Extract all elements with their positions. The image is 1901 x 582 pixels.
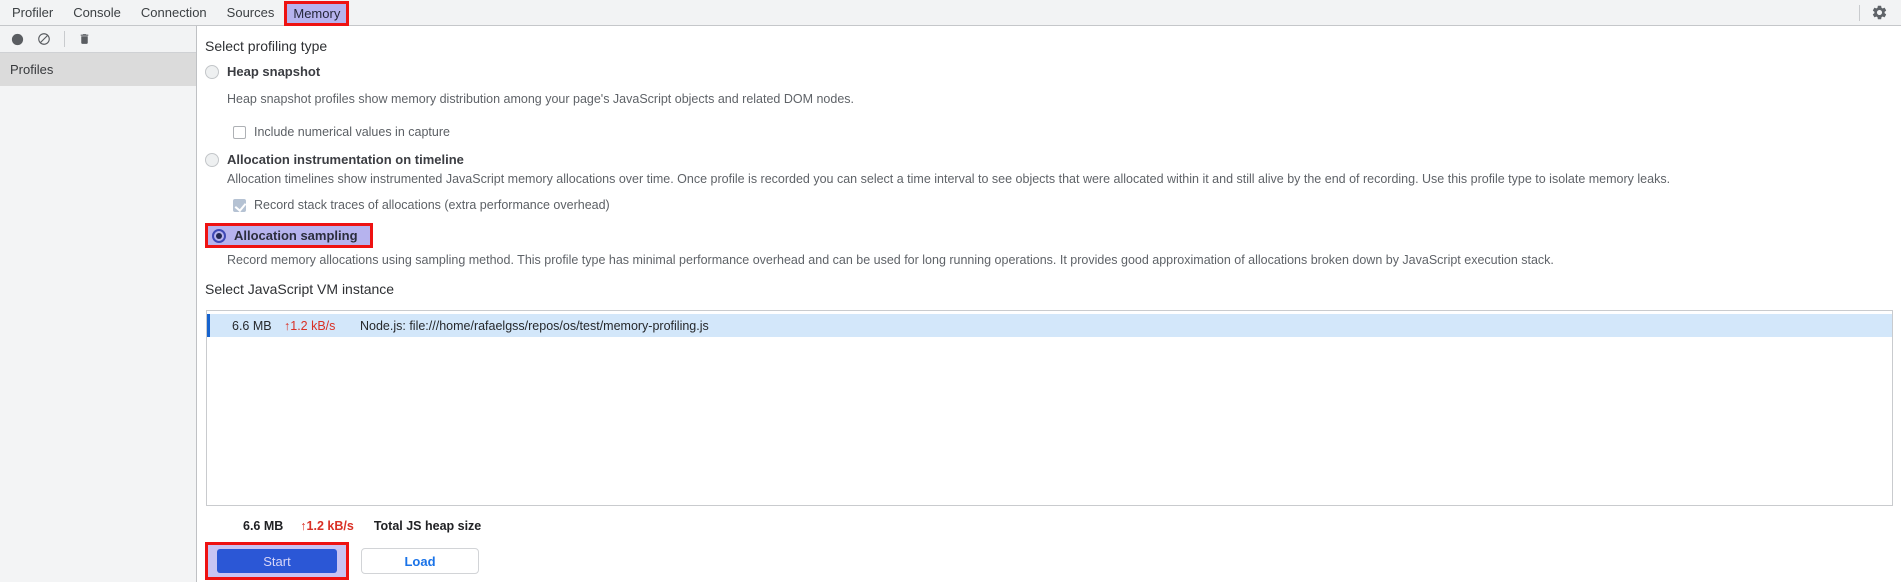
radio-icon[interactable]	[205, 64, 219, 79]
total-allocation-rate: ↑1.2 kB/s	[300, 519, 354, 533]
option-description: Allocation timelines show instrumented J…	[227, 172, 1671, 186]
memory-main-view: Select profiling type Heap snapshot Heap…	[197, 26, 1901, 582]
record-icon[interactable]	[11, 33, 24, 46]
tabbar-right-controls	[1859, 0, 1901, 25]
start-button[interactable]: Start	[217, 549, 337, 573]
toolbar-divider	[64, 31, 65, 47]
radio-icon[interactable]	[205, 152, 219, 167]
vm-instance-row[interactable]: 6.6 MB ↑1.2 kB/s Node.js: file:///home/r…	[207, 314, 1892, 337]
action-buttons-row: Start Load	[205, 542, 1901, 580]
checkbox-icon[interactable]	[233, 126, 246, 139]
tab-memory[interactable]: Memory	[284, 1, 350, 26]
option-label: Heap snapshot	[227, 64, 321, 79]
option-description: Heap snapshot profiles show memory distr…	[227, 92, 855, 106]
top-tab-bar: Profiler Console Connection Sources Memo…	[0, 0, 1901, 26]
tab-sources[interactable]: Sources	[217, 0, 285, 25]
vm-allocation-rate: ↑1.2 kB/s	[284, 318, 336, 333]
annotation-box-start-button: Start	[205, 542, 349, 580]
toolbar-divider	[1859, 4, 1860, 21]
devtools-memory-panel: Profiler Console Connection Sources Memo…	[0, 0, 1901, 582]
vm-heap-size: 6.6 MB	[232, 318, 272, 333]
tab-profiler[interactable]: Profiler	[2, 0, 63, 25]
checkbox-label: Record stack traces of allocations (extr…	[254, 198, 610, 212]
block-icon[interactable]	[37, 32, 51, 46]
annotation-box-allocation-sampling: Allocation sampling	[205, 223, 1901, 248]
panel-content: Profiles Select profiling type Heap snap…	[0, 26, 1901, 582]
load-button[interactable]: Load	[361, 548, 479, 574]
profiles-toolbar	[0, 26, 196, 53]
radio-selected-icon[interactable]	[212, 228, 226, 243]
radio-option-allocation-sampling[interactable]: Allocation sampling	[205, 223, 373, 248]
total-heap-label: Total JS heap size	[373, 519, 482, 533]
profiles-sidebar: Profiles	[0, 26, 197, 582]
vm-instance-list: 6.6 MB ↑1.2 kB/s Node.js: file:///home/r…	[206, 310, 1893, 506]
radio-option-allocation-timeline[interactable]: Allocation instrumentation on timeline	[205, 151, 1901, 168]
heap-totals-row: 6.6 MB ↑1.2 kB/s Total JS heap size	[243, 519, 1901, 534]
profiles-section-header: Profiles	[0, 53, 196, 86]
option-label: Allocation instrumentation on timeline	[227, 152, 464, 167]
tab-console[interactable]: Console	[63, 0, 131, 25]
gear-icon[interactable]	[1871, 4, 1888, 21]
checkbox-record-stack-traces[interactable]: Record stack traces of allocations (extr…	[233, 198, 1901, 213]
checkbox-label: Include numerical values in capture	[254, 125, 450, 139]
trash-icon[interactable]	[78, 32, 91, 46]
checkbox-include-numerical-values[interactable]: Include numerical values in capture	[233, 125, 1901, 140]
vm-instance-name: Node.js: file:///home/rafaelgss/repos/os…	[360, 318, 709, 333]
option-description: Record memory allocations using sampling…	[227, 253, 1554, 267]
profiles-header-label: Profiles	[10, 62, 54, 77]
tab-connection[interactable]: Connection	[131, 0, 217, 25]
profiling-type-heading: Select profiling type	[205, 38, 328, 54]
radio-option-heap-snapshot[interactable]: Heap snapshot	[205, 63, 1901, 80]
tab-strip: Profiler Console Connection Sources Memo…	[0, 0, 350, 26]
checkbox-checked-icon[interactable]	[233, 199, 246, 212]
total-heap-size: 6.6 MB	[243, 519, 284, 533]
vm-instance-heading: Select JavaScript VM instance	[205, 281, 395, 297]
profiles-list-empty	[0, 86, 196, 582]
option-label: Allocation sampling	[234, 228, 358, 243]
